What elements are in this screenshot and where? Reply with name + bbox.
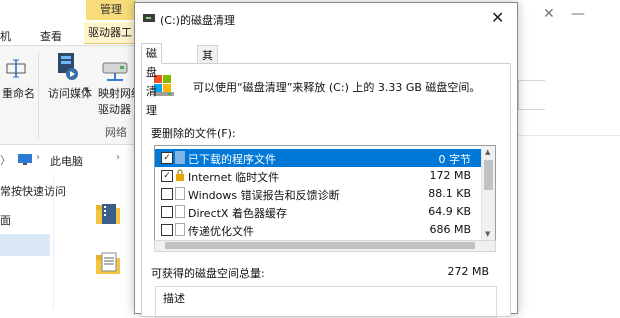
list-item[interactable]: Windows 错误报告和反馈诊断 88.1 KB — [155, 185, 481, 203]
list-item-name: 传递优化文件 — [188, 225, 254, 238]
rename-icon[interactable] — [5, 56, 31, 80]
dialog-title: (C:)的磁盘清理 — [160, 14, 235, 27]
dialog-titlebar[interactable]: (C:)的磁盘清理 ✕ — [135, 3, 517, 33]
list-item-size: 64.9 KB — [428, 205, 471, 218]
list-item[interactable]: DirectX 着色器缓存 64.9 KB — [155, 203, 481, 221]
horizontal-scrollbar[interactable] — [154, 240, 496, 252]
list-item[interactable]: ✓ 已下载的程序文件 0 字节 — [155, 149, 481, 167]
breadcrumb-this-pc[interactable]: 此电脑 — [50, 153, 83, 169]
ribbon-group-network-label: 网络 — [105, 126, 127, 139]
disk-cleanup-dialog: (C:)的磁盘清理 ✕ 磁盘清理 其他选项 可以使用“磁盘清理”来释放 (C:)… — [134, 2, 518, 318]
list-item-name: Windows 错误报告和反馈诊断 — [188, 189, 340, 202]
this-pc-icon — [18, 154, 32, 165]
total-space-label: 可获得的磁盘空间总量: — [151, 267, 265, 280]
file-icon — [175, 205, 185, 218]
scroll-up-icon[interactable]: ▲ — [485, 148, 490, 156]
checkbox-downloaded-program-files[interactable]: ✓ — [161, 152, 173, 164]
map-network-drive-label-line2[interactable]: 驱动器 — [98, 101, 131, 117]
list-item-name: Internet 临时文件 — [188, 171, 280, 184]
nav-item-desktop[interactable]: 面 — [0, 212, 11, 228]
explorer-minimize-icon[interactable]: — — [571, 6, 585, 22]
nav-item-quick-access[interactable]: 常按快速访问 — [0, 183, 66, 199]
video-folder-icon[interactable] — [94, 200, 120, 224]
checkbox-directx-shader-cache[interactable] — [161, 206, 173, 218]
disk-cleanup-icon — [143, 14, 155, 22]
explorer-close-icon[interactable]: ✕ — [543, 6, 555, 22]
list-item[interactable]: 传递优化文件 686 MB — [155, 221, 481, 239]
scrollbar-thumb[interactable] — [484, 160, 493, 190]
total-space-value: 272 MB — [447, 265, 489, 278]
file-icon — [175, 187, 185, 200]
header-divider — [518, 135, 620, 136]
cleanup-summary-text: 可以使用“磁盘清理”来释放 (C:) 上的 3.33 GB 磁盘空间。 — [193, 81, 481, 94]
list-item-name: 已下载的程序文件 — [188, 153, 276, 166]
breadcrumb-separator-icon-2: › — [116, 152, 120, 163]
tab-manage[interactable]: 管理 — [86, 0, 136, 20]
vertical-scrollbar[interactable]: ▲ ▼ — [481, 146, 495, 242]
list-item-size: 0 字节 — [438, 153, 472, 166]
scroll-down-icon[interactable]: ▼ — [485, 230, 490, 238]
address-bar[interactable]: 〉 › 此电脑 › — [0, 148, 136, 170]
tab-view[interactable]: 查看 — [40, 28, 62, 44]
tab-computer-partial[interactable]: 机 — [0, 28, 11, 44]
nav-forward-arrow-icon[interactable]: 〉 — [0, 152, 11, 168]
breadcrumb-separator-icon: › — [36, 152, 40, 163]
list-item[interactable]: ✓ Internet 临时文件 172 MB — [155, 167, 481, 185]
list-item-size: 686 MB — [429, 223, 471, 236]
description-group: 描述 — [155, 286, 497, 318]
list-item-size: 172 MB — [429, 169, 471, 182]
tab-drive-tools[interactable]: 驱动器工 — [84, 22, 136, 44]
rename-button-label[interactable]: 重命名 — [2, 85, 35, 101]
tab-disk-cleanup[interactable]: 磁盘清理 — [141, 43, 162, 117]
file-category-icon — [175, 151, 185, 164]
ribbon-divider — [38, 52, 39, 138]
horizontal-scrollbar-thumb[interactable] — [165, 242, 475, 249]
dialog-close-button[interactable]: ✕ — [491, 8, 504, 27]
tab-more-options[interactable]: 其他选项 — [197, 45, 218, 119]
list-item-size: 88.1 KB — [428, 187, 471, 200]
list-item-name: DirectX 着色器缓存 — [188, 207, 287, 220]
nav-item-selected[interactable] — [0, 234, 50, 256]
dropdown-arrow-icon[interactable]: ▾ — [84, 85, 89, 95]
file-icon — [175, 223, 185, 236]
files-to-delete-list[interactable]: ✓ 已下载的程序文件 0 字节 ✓ Internet 临时文件 172 MB W… — [154, 145, 496, 243]
lock-icon — [176, 169, 184, 181]
checkbox-windows-error-reports[interactable] — [161, 188, 173, 200]
map-network-drive-icon[interactable] — [100, 55, 130, 83]
files-to-delete-label: 要删除的文件(F): — [151, 127, 236, 140]
checkbox-delivery-optimization[interactable] — [161, 224, 173, 236]
search-box[interactable] — [518, 80, 545, 110]
description-label: 描述 — [161, 290, 187, 306]
document-folder-icon[interactable] — [94, 250, 120, 274]
access-media-icon[interactable] — [54, 50, 84, 82]
checkbox-internet-temp-files[interactable]: ✓ — [161, 170, 173, 182]
